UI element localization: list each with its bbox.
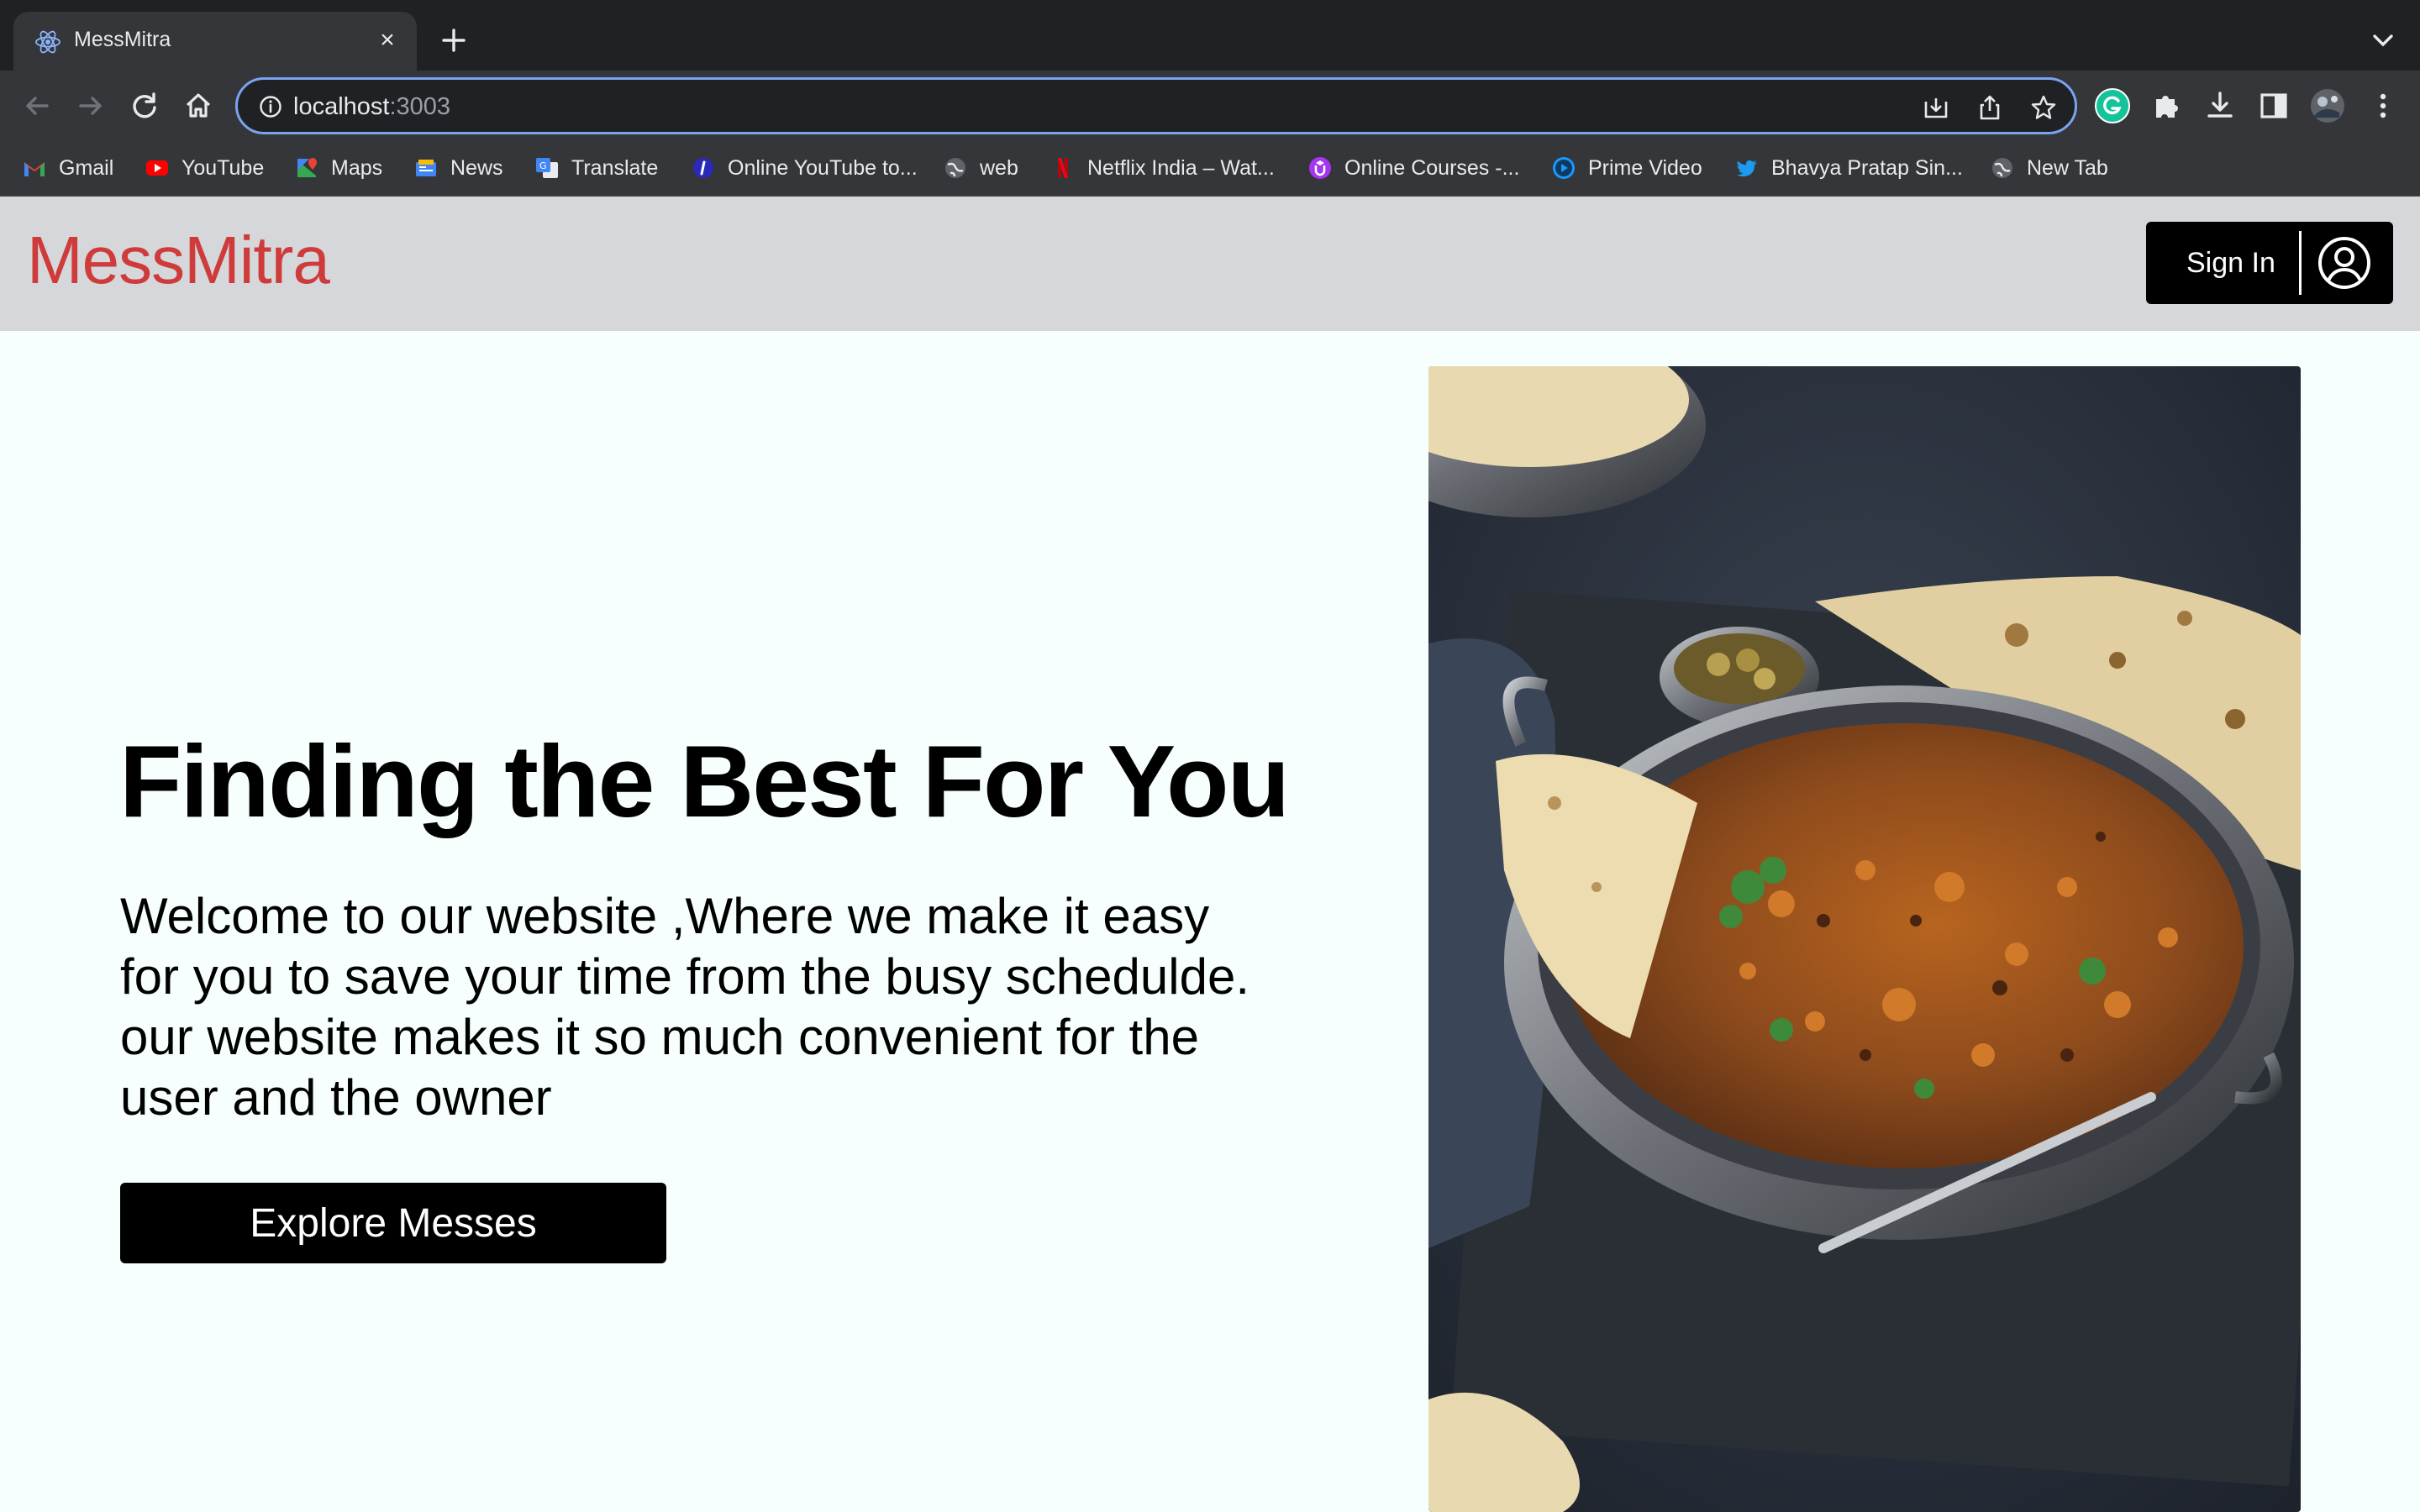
bookmark-label: News bbox=[450, 155, 503, 180]
browser-tab[interactable]: MessMitra × bbox=[13, 12, 417, 71]
hero-description: Welcome to our website ,Where we make it… bbox=[120, 888, 1249, 1126]
maps-icon bbox=[297, 158, 317, 177]
twitter-icon bbox=[1737, 160, 1757, 177]
grammarly-extension-icon[interactable] bbox=[2094, 87, 2131, 124]
converter-icon bbox=[693, 158, 713, 178]
bookmark-new-tab[interactable]: New Tab bbox=[1990, 153, 2108, 183]
globe-icon bbox=[945, 158, 965, 178]
bookmark-label: Online Courses -... bbox=[1344, 155, 1520, 180]
share-icon[interactable] bbox=[1975, 93, 2004, 122]
bookmark-online-youtube[interactable]: Online YouTube to... bbox=[691, 153, 918, 183]
reload-icon[interactable] bbox=[126, 87, 163, 124]
site-logo[interactable]: MessMitra bbox=[27, 222, 330, 299]
extensions-puzzle-icon[interactable] bbox=[2148, 87, 2185, 124]
tab-strip: MessMitra × bbox=[0, 0, 2420, 71]
browser-menu-icon[interactable] bbox=[2365, 87, 2402, 124]
home-icon[interactable] bbox=[180, 87, 217, 124]
explore-messes-button[interactable]: Explore Messes bbox=[120, 1183, 666, 1263]
bookmark-netflix[interactable]: Netflix India – Wat... bbox=[1050, 153, 1275, 183]
new-tab-icon[interactable] bbox=[437, 24, 471, 57]
food-photo-illustration bbox=[1428, 366, 2301, 1512]
bookmark-star-icon[interactable] bbox=[2029, 93, 2058, 122]
bookmark-label: Maps bbox=[331, 155, 383, 180]
hero-title: Finding the Best For You bbox=[119, 724, 1290, 838]
back-icon[interactable] bbox=[18, 87, 55, 124]
address-bar[interactable]: localhost:3003 bbox=[235, 77, 2077, 134]
install-app-icon[interactable] bbox=[1922, 93, 1950, 122]
profile-avatar-icon[interactable] bbox=[2309, 87, 2346, 124]
youtube-icon bbox=[146, 160, 168, 176]
react-icon bbox=[35, 30, 60, 54]
bookmark-maps[interactable]: Maps bbox=[294, 153, 382, 183]
tab-search-chevron-icon[interactable] bbox=[2368, 29, 2398, 52]
bookmark-online-courses[interactable]: Online Courses -... bbox=[1307, 153, 1519, 183]
udemy-icon bbox=[1309, 157, 1331, 179]
bookmark-label: YouTube bbox=[182, 155, 265, 180]
forward-icon[interactable] bbox=[72, 87, 109, 124]
svg-text:G: G bbox=[539, 160, 547, 171]
bookmark-web[interactable]: web bbox=[943, 153, 1018, 183]
bookmark-label: Prime Video bbox=[1588, 155, 1702, 180]
bookmark-youtube[interactable]: YouTube bbox=[145, 153, 264, 183]
url-text: localhost:3003 bbox=[293, 93, 450, 121]
side-panel-icon[interactable] bbox=[2255, 87, 2292, 124]
bookmark-label: Netflix India – Wat... bbox=[1087, 155, 1275, 180]
bookmark-label: New Tab bbox=[2027, 155, 2108, 180]
netflix-icon bbox=[1058, 158, 1068, 178]
url-host: localhost bbox=[293, 93, 390, 120]
url-port: :3003 bbox=[389, 93, 451, 120]
gmail-icon bbox=[24, 162, 45, 176]
bookmark-translate[interactable]: G Translate bbox=[534, 153, 658, 183]
news-icon bbox=[416, 160, 436, 176]
site-header: MessMitra Sign In bbox=[0, 197, 2420, 331]
bookmark-twitter[interactable]: Bhavya Pratap Sin... bbox=[1734, 153, 1963, 183]
bookmarks-bar: Gmail YouTube Maps News G Translate Onli… bbox=[0, 141, 2420, 197]
tab-title: MessMitra bbox=[74, 28, 171, 51]
globe-icon bbox=[1992, 158, 2012, 178]
bookmark-news[interactable]: News bbox=[413, 153, 503, 183]
bookmark-label: web bbox=[980, 155, 1018, 180]
browser-toolbar: localhost:3003 bbox=[0, 71, 2420, 141]
sign-in-button[interactable]: Sign In bbox=[2146, 222, 2393, 304]
hero-food-image bbox=[1428, 366, 2301, 1512]
bookmark-label: Online YouTube to... bbox=[728, 155, 918, 180]
sign-in-divider bbox=[2299, 231, 2302, 295]
bookmark-label: Bhavya Pratap Sin... bbox=[1771, 155, 1963, 180]
downloads-icon[interactable] bbox=[2202, 87, 2238, 124]
sign-in-label: Sign In bbox=[2186, 246, 2275, 279]
user-circle-icon bbox=[2318, 237, 2370, 289]
prime-video-icon bbox=[1553, 157, 1575, 179]
bookmark-gmail[interactable]: Gmail bbox=[22, 153, 113, 183]
bookmark-label: Translate bbox=[571, 155, 659, 180]
site-info-icon[interactable] bbox=[258, 94, 283, 119]
bookmark-prime-video[interactable]: Prime Video bbox=[1551, 153, 1702, 183]
close-tab-icon[interactable]: × bbox=[373, 26, 402, 55]
translate-icon: G bbox=[536, 158, 558, 178]
bookmark-label: Gmail bbox=[59, 155, 114, 180]
